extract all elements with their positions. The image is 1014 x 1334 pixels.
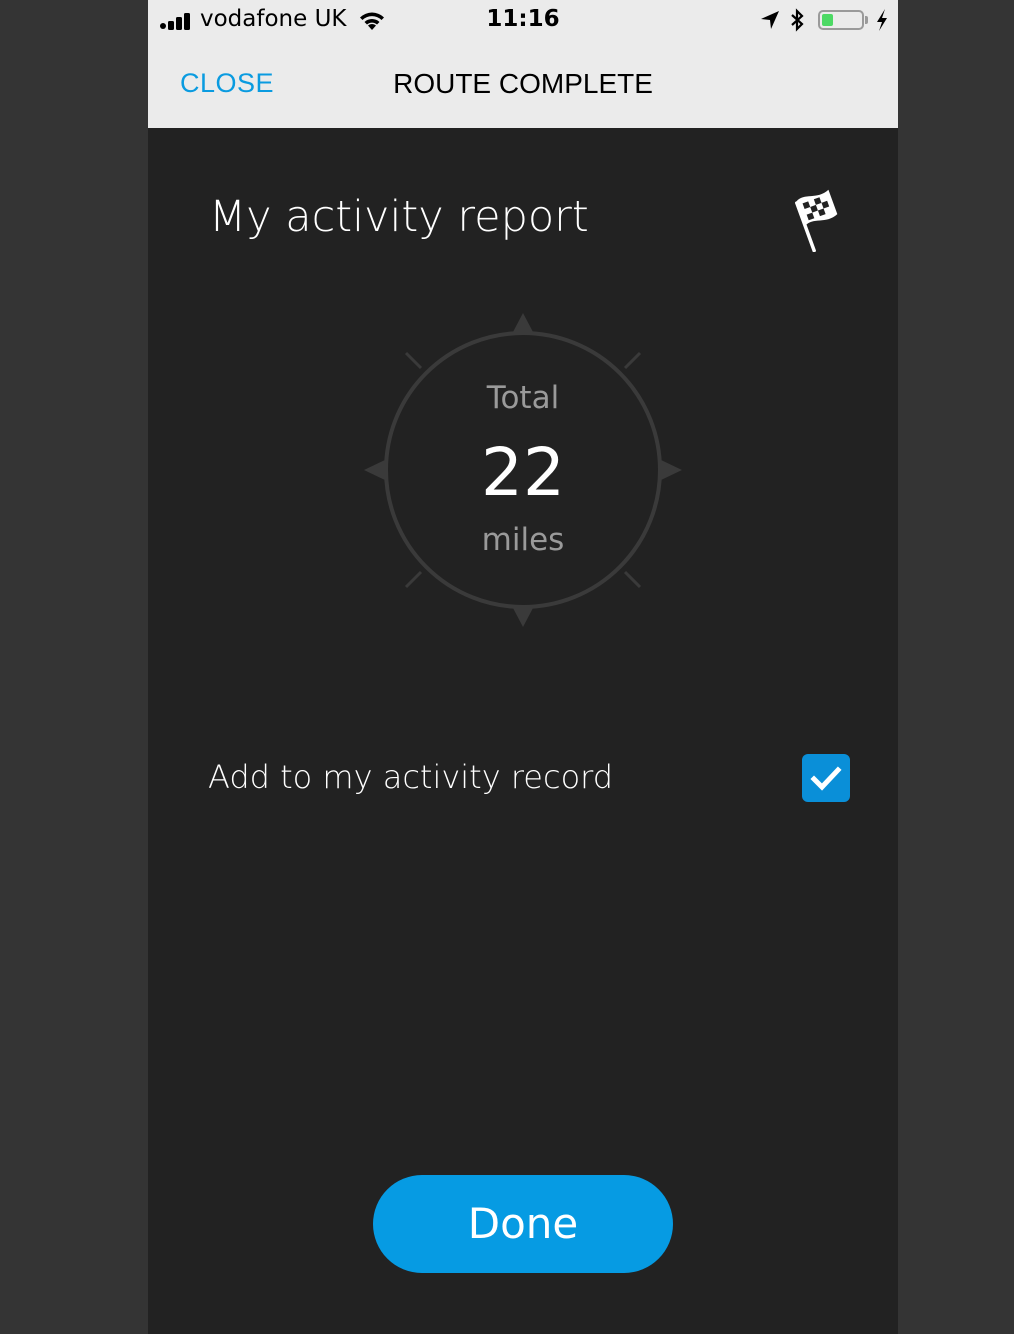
dial-marker-south bbox=[513, 608, 533, 627]
page-title: ROUTE COMPLETE bbox=[393, 68, 653, 99]
done-button[interactable]: Done bbox=[373, 1175, 673, 1273]
dial-tick-nw bbox=[404, 351, 423, 370]
total-value: 22 bbox=[481, 434, 565, 511]
clock: 11:16 bbox=[486, 6, 560, 32]
status-bar: vodafone UK 11:16 bbox=[148, 0, 898, 42]
checkered-flag-icon bbox=[795, 189, 838, 252]
dial-marker-north bbox=[513, 313, 533, 332]
dial-tick-ne bbox=[623, 351, 642, 370]
battery-icon bbox=[818, 10, 864, 30]
add-to-record-checkbox[interactable] bbox=[802, 754, 850, 802]
total-unit: miles bbox=[481, 522, 565, 558]
bluetooth-icon bbox=[791, 8, 804, 32]
location-arrow-icon bbox=[761, 11, 779, 29]
battery-tip bbox=[865, 16, 868, 24]
report-title: My activity report bbox=[209, 192, 589, 242]
top-bar: vodafone UK 11:16 CLOSE ROUTE COMPLETE bbox=[148, 0, 898, 128]
app-screen: vodafone UK 11:16 CLOSE ROUTE COMPLETE M… bbox=[148, 0, 898, 1334]
dial-tick-sw bbox=[404, 570, 423, 589]
total-label: Total bbox=[486, 380, 560, 416]
checkmark-icon bbox=[810, 766, 842, 791]
charging-bolt-icon bbox=[877, 9, 887, 31]
dial-tick-se bbox=[623, 570, 642, 589]
add-to-record-label: Add to my activity record bbox=[208, 758, 614, 796]
battery-level bbox=[822, 14, 833, 26]
